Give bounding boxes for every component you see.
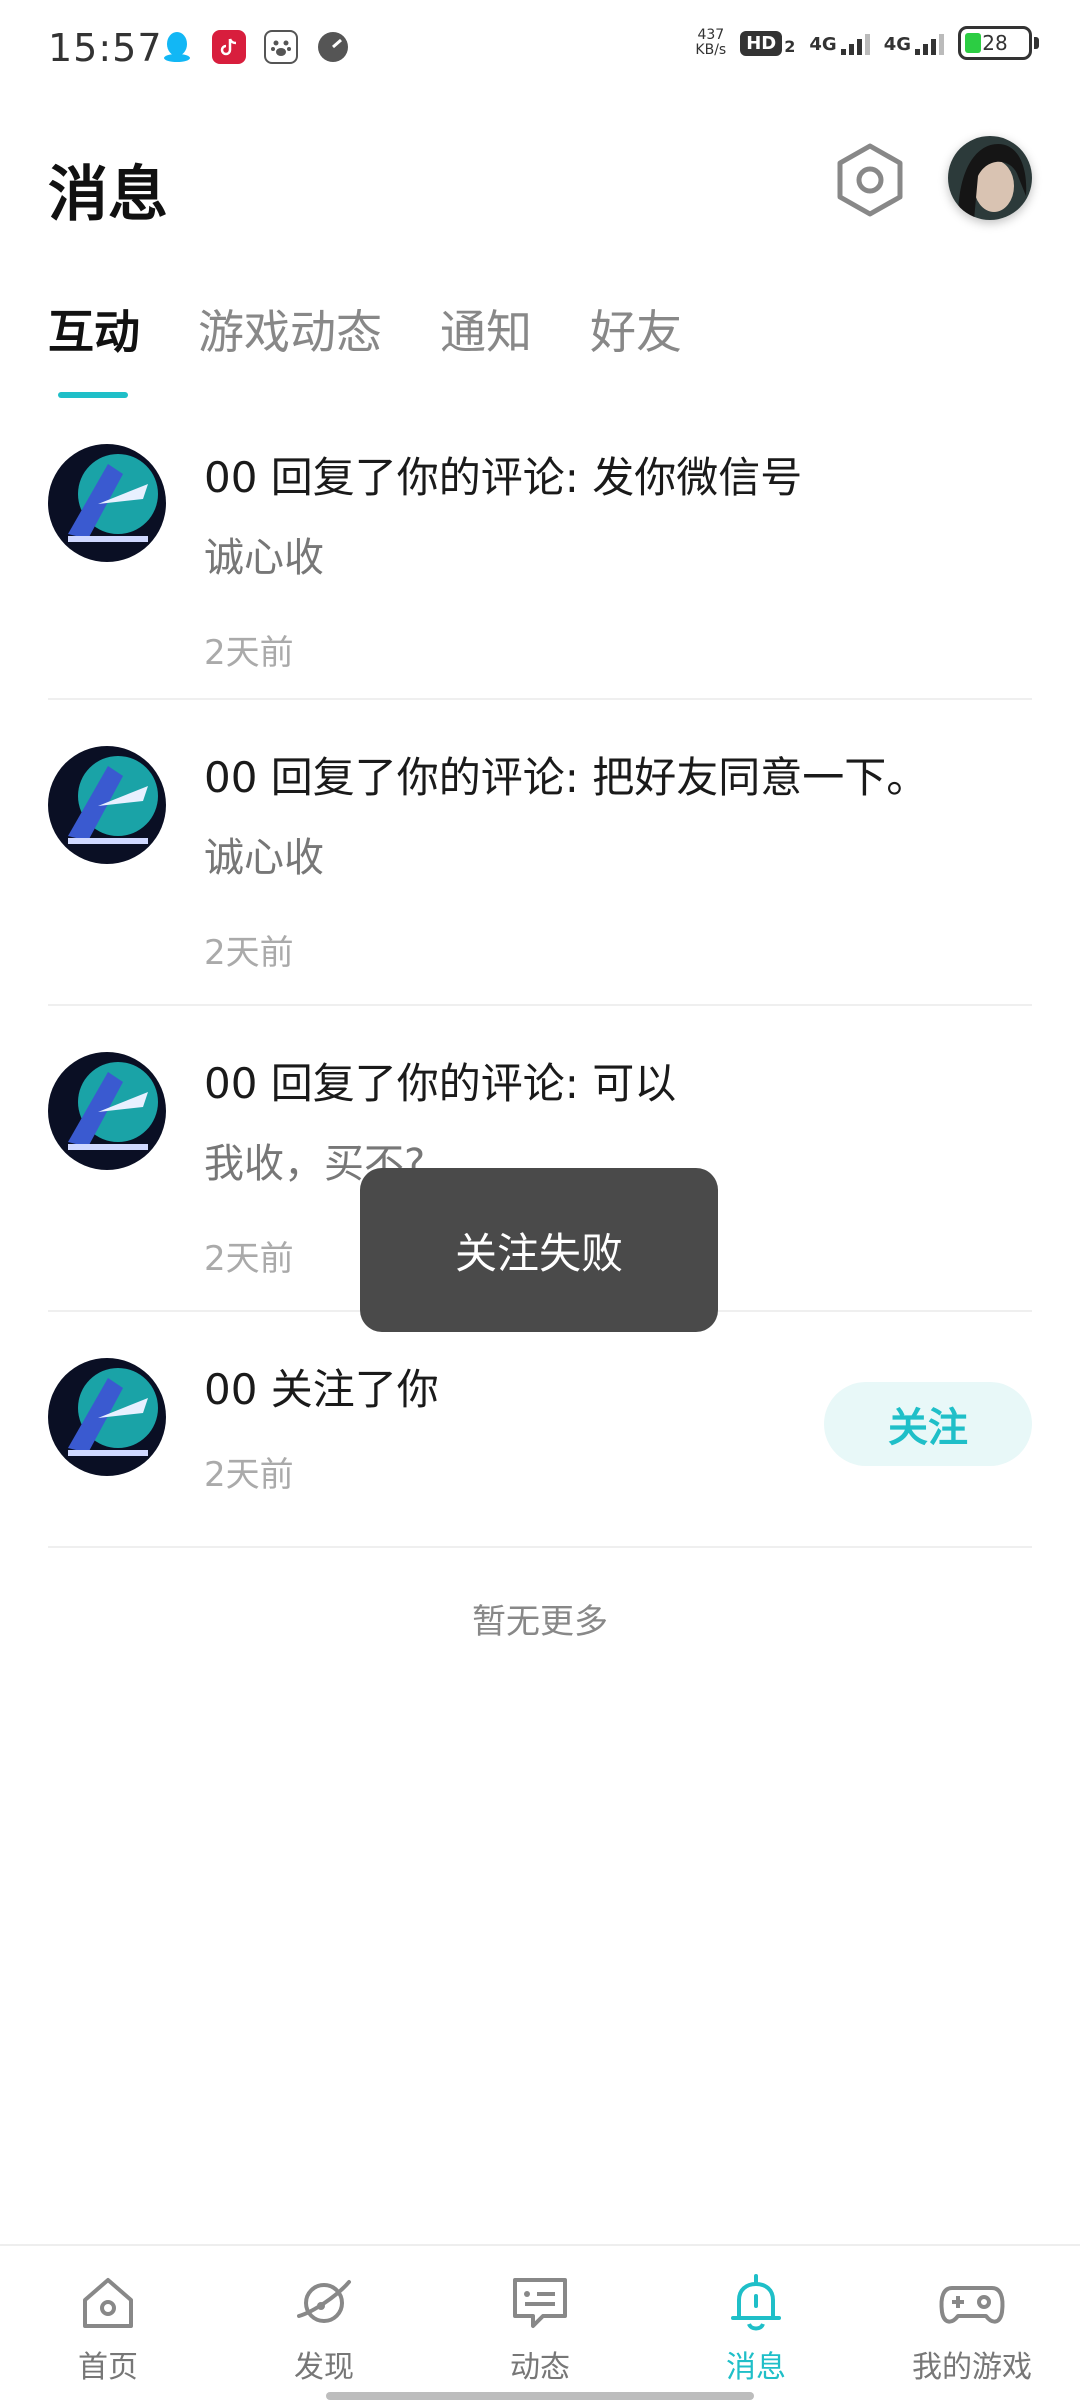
message-list: 00 回复了你的评论: 发你微信号 诚心收 2天前 00 回复了你的评论: 把好…: [0, 410, 1080, 1548]
tab-label: 互动: [48, 305, 140, 359]
status-time: 15:57: [48, 26, 163, 70]
list-item[interactable]: 00 关注了你 2天前 关注: [48, 1312, 1032, 1548]
sender-avatar[interactable]: [48, 746, 166, 864]
message-time: 2天前: [204, 1455, 294, 1495]
status-bar: 15:57 437 KB/s HD 2 4G 4G 28: [0, 0, 1080, 96]
tab-label: 好友: [590, 305, 682, 359]
net-speed: 437 KB/s: [695, 28, 726, 58]
gamepad-icon: [939, 2286, 1005, 2324]
home-indicator[interactable]: [326, 2392, 754, 2400]
message-time: 2天前: [204, 933, 294, 973]
tab-friends[interactable]: 好友: [590, 296, 682, 398]
nav-messages[interactable]: 消息: [648, 2246, 864, 2404]
tab-label: 通知: [440, 305, 532, 359]
page-title: 消息: [48, 160, 168, 230]
avatar: [948, 136, 1032, 220]
feed-icon: [513, 2278, 567, 2328]
sender-avatar[interactable]: [48, 1358, 166, 1476]
bottom-nav: 首页 发现 动态 消息 我的游戏: [0, 2244, 1080, 2404]
sender-avatar[interactable]: [48, 444, 166, 562]
baidu-icon: [264, 30, 298, 64]
list-item[interactable]: 00 回复了你的评论: 发你微信号 诚心收 2天前: [48, 410, 1032, 700]
message-reply: 诚心收: [204, 535, 324, 581]
tab-interactions[interactable]: 互动: [48, 296, 140, 398]
settings-button[interactable]: [832, 140, 908, 220]
list-item[interactable]: 00 回复了你的评论: 把好友同意一下。 诚心收 2天前: [48, 700, 1032, 1006]
bell-icon: [731, 2274, 781, 2331]
nav-label: 我的游戏: [912, 2350, 1032, 2385]
message-title: 00 回复了你的评论: 发你微信号: [204, 453, 803, 502]
home-icon: [83, 2278, 133, 2328]
signal-1: 4G: [809, 31, 870, 55]
hd-label: HD: [740, 30, 783, 56]
toast-message: 关注失败: [360, 1168, 718, 1332]
signal-bars-icon: [840, 31, 870, 55]
nav-label: 首页: [78, 2350, 138, 2385]
battery-icon: 28: [958, 26, 1039, 60]
tab-label: 游戏动态: [198, 305, 382, 359]
notification-icons: [160, 30, 350, 64]
nav-home[interactable]: 首页: [0, 2246, 216, 2404]
nav-label: 消息: [726, 2350, 786, 2385]
message-time: 2天前: [204, 633, 294, 673]
nav-my-games[interactable]: 我的游戏: [864, 2246, 1080, 2404]
message-tabs: 互动 游戏动态 通知 好友: [48, 296, 682, 398]
message-reply: 诚心收: [204, 835, 324, 881]
nav-discover[interactable]: 发现: [216, 2246, 432, 2404]
message-title: 00 回复了你的评论: 可以: [204, 1059, 677, 1108]
net-speed-value: 437: [697, 27, 725, 43]
qq-icon: [160, 30, 194, 64]
speedometer-icon: [316, 30, 350, 64]
settings-hexagon-icon: [837, 143, 903, 217]
tab-game-news[interactable]: 游戏动态: [198, 296, 382, 398]
nav-label: 动态: [510, 2350, 570, 2385]
net-speed-unit: KB/s: [695, 42, 727, 58]
hd-badge: HD 2: [740, 30, 796, 56]
no-more-text: 暂无更多: [472, 1602, 608, 1642]
user-avatar-button[interactable]: [948, 136, 1032, 220]
follow-button[interactable]: 关注: [824, 1382, 1032, 1466]
nav-label: 发现: [294, 2350, 354, 2385]
network-type-1: 4G: [809, 34, 837, 55]
active-tab-indicator: [58, 392, 128, 398]
hd-sub: 2: [784, 36, 796, 56]
battery-level: 28: [982, 31, 1008, 55]
sender-avatar[interactable]: [48, 1052, 166, 1170]
network-type-2: 4G: [883, 34, 911, 55]
status-right: 437 KB/s HD 2 4G 4G 28: [695, 26, 1039, 60]
signal-bars-icon: [915, 31, 944, 55]
messages-page: 15:57 437 KB/s HD 2 4G 4G 28 消息 互动 游戏动态 …: [0, 0, 1080, 2404]
message-title: 00 回复了你的评论: 把好友同意一下。: [204, 753, 929, 802]
douyin-icon: [212, 30, 246, 64]
signal-2: 4G: [884, 31, 944, 55]
message-title: 00 关注了你: [204, 1365, 439, 1414]
nav-feed[interactable]: 动态: [432, 2246, 648, 2404]
tab-notifications[interactable]: 通知: [440, 296, 532, 398]
planet-icon: [297, 2280, 351, 2323]
